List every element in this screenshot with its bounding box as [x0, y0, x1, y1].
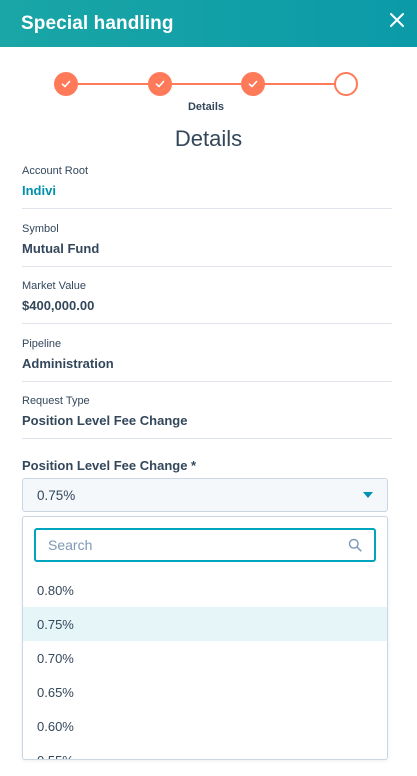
fee-dropdown[interactable]: 0.80% 0.75% 0.70% 0.65% 0.60% 0.55%	[22, 516, 388, 760]
dropdown-option[interactable]: 0.65%	[23, 675, 387, 709]
dropdown-option[interactable]: 0.70%	[23, 641, 387, 675]
option-list: 0.80% 0.75% 0.70% 0.65% 0.60% 0.55%	[23, 573, 387, 760]
stepper-step-4[interactable]	[334, 72, 358, 96]
stepper-step-2[interactable]	[148, 72, 172, 96]
field-request-type: Request Type Position Level Fee Change	[22, 394, 392, 429]
field-label: Account Root	[22, 165, 89, 177]
field-pipeline: Pipeline Administration	[22, 337, 392, 372]
search-input[interactable]	[48, 537, 338, 553]
checkmark-icon	[248, 80, 258, 88]
field-label: Market Value	[22, 280, 86, 292]
field-value: Administration	[22, 356, 114, 371]
field-value: Position Level Fee Change	[22, 413, 188, 428]
stepper-step-3[interactable]	[241, 72, 265, 96]
checkmark-icon	[155, 80, 165, 88]
divider	[22, 438, 392, 439]
field-symbol: Symbol Mutual Fund	[22, 222, 392, 257]
caret-down-icon	[363, 492, 373, 498]
dropdown-option[interactable]: 0.60%	[23, 709, 387, 743]
divider	[22, 266, 392, 267]
section-title: Details	[174, 126, 243, 151]
field-account-root: Account Root Indivi	[22, 164, 392, 199]
fee-select[interactable]: 0.75%	[22, 478, 388, 512]
dropdown-option[interactable]: 0.55%	[23, 743, 387, 760]
dropdown-option[interactable]: 0.80%	[23, 573, 387, 607]
search-field[interactable]	[34, 528, 376, 562]
panel-title: Special handling	[21, 12, 174, 34]
field-label: Pipeline	[22, 338, 62, 350]
dropdown-option-selected[interactable]: 0.75%	[23, 607, 387, 641]
field-value: $400,000.00	[22, 298, 95, 313]
field-label: Request Type	[22, 395, 90, 407]
divider	[22, 381, 392, 382]
fee-select-value: 0.75%	[37, 487, 76, 503]
divider	[22, 208, 392, 209]
divider	[22, 323, 392, 324]
fee-select-label: Position Level Fee Change *	[22, 458, 197, 473]
field-market-value: Market Value $400,000.00	[22, 279, 392, 314]
stepper-connector	[66, 83, 346, 85]
stepper-step-1[interactable]	[54, 72, 78, 96]
close-button[interactable]	[386, 9, 408, 31]
checkmark-icon	[61, 80, 71, 88]
close-icon	[390, 13, 404, 27]
field-value: Mutual Fund	[22, 241, 100, 256]
panel-header: Special handling	[0, 0, 417, 47]
field-label: Symbol	[22, 223, 59, 235]
account-root-link[interactable]: Indivi	[22, 183, 392, 199]
stepper-current-caption: Details	[187, 101, 225, 113]
search-icon	[348, 538, 362, 552]
